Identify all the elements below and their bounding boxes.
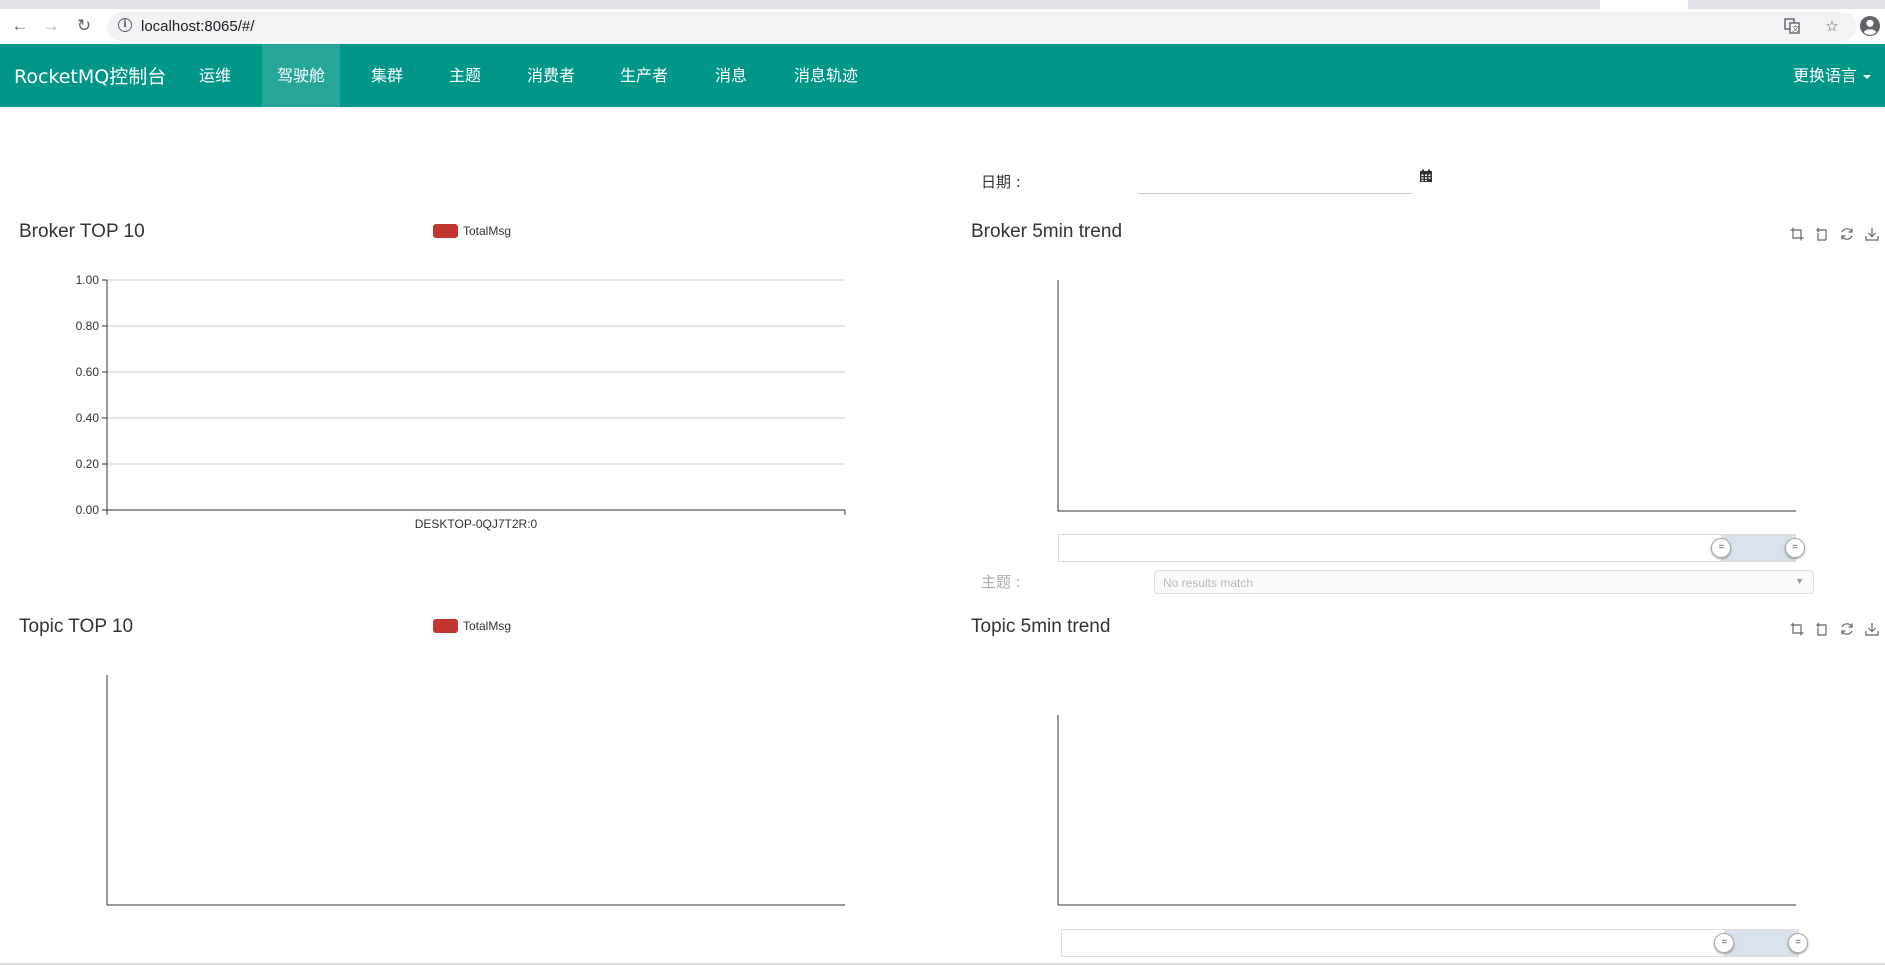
topic-label: 主题 : xyxy=(981,573,1021,591)
topic-trend-zoom-slider[interactable]: = = xyxy=(1061,929,1808,957)
topic-select-placeholder: No results match xyxy=(1163,576,1254,590)
select-arrow-icon: ▼ xyxy=(1795,576,1804,586)
y-tick-label: 0.00 xyxy=(76,503,100,517)
zoom-end-handle[interactable]: = xyxy=(1785,538,1805,558)
charts-canvas: 1.00 0.80 0.60 0.40 0.20 0.00 DESKTOP-0QJ7T2R:… xyxy=(76,273,1796,906)
y-tick-label: 0.40 xyxy=(76,411,100,425)
zoom-range-fill[interactable] xyxy=(1724,930,1798,956)
y-tick-label: 1.00 xyxy=(76,273,100,287)
broker-trend-zoom-slider[interactable]: = = xyxy=(1058,534,1805,562)
y-tick-label: 0.60 xyxy=(76,365,100,379)
y-tick-label: 0.20 xyxy=(76,457,100,471)
zoom-range-fill[interactable] xyxy=(1721,535,1795,561)
topic-select[interactable]: No results match ▼ xyxy=(1154,570,1814,594)
x-tick-label: DESKTOP-0QJ7T2R:0 xyxy=(415,517,538,531)
y-tick-label: 0.80 xyxy=(76,319,100,333)
zoom-end-handle[interactable]: = xyxy=(1788,933,1808,953)
